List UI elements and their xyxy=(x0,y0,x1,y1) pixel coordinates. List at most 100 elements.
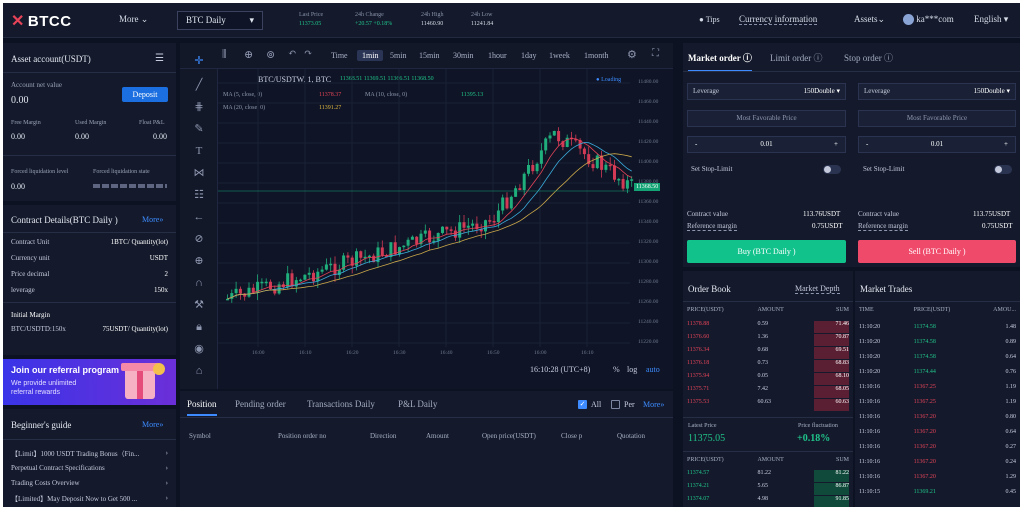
ask-row[interactable]: 11375.94 0.05 68.10 xyxy=(687,373,849,385)
tab-limit-order[interactable]: Limit order ⓘ xyxy=(770,51,823,64)
divider xyxy=(3,155,176,156)
redo-icon[interactable]: ↷ xyxy=(304,48,312,59)
contract-more-link[interactable]: More» xyxy=(142,215,163,224)
symbol-selector[interactable]: BTC Daily ▾ xyxy=(177,11,263,30)
auto-toggle[interactable]: auto xyxy=(646,365,660,374)
settings-gear-icon[interactable]: ⚙ xyxy=(627,48,637,61)
user-menu[interactable]: ka***com xyxy=(903,14,954,26)
language-selector[interactable]: English ▾ xyxy=(974,14,1008,25)
pattern-icon[interactable]: ⋈ xyxy=(193,167,205,179)
plus-button[interactable]: + xyxy=(834,140,838,148)
add-indicator-icon[interactable]: ⊕ xyxy=(244,48,253,61)
tf-1week[interactable]: 1week xyxy=(549,51,570,60)
all-checkbox[interactable]: ✓ xyxy=(578,400,587,409)
tf-time[interactable]: Time xyxy=(331,51,348,60)
trend-line-icon[interactable]: ╱ xyxy=(193,79,205,91)
sell-stop-limit-toggle[interactable] xyxy=(994,165,1012,174)
buy-most-favorable-price[interactable]: Most Favorable Price xyxy=(687,110,846,127)
x-tick-label: 16:00 xyxy=(534,350,547,356)
menu-list-icon[interactable]: ☰ xyxy=(155,53,164,64)
percent-toggle[interactable]: % xyxy=(613,365,620,374)
bid-row[interactable]: 11374.57 81.22 81.22 xyxy=(687,470,849,482)
tab-stop-order[interactable]: Stop order ⓘ xyxy=(844,51,893,64)
divider xyxy=(855,301,1020,302)
stat-24h-change: 24h Change +20.57 +0.18% xyxy=(355,12,393,27)
chevron-right-icon: › xyxy=(165,449,168,457)
guide-item[interactable]: Perpetual Contract Specifications › xyxy=(11,464,168,472)
contract-details-title: Contract Details(BTC Daily ) xyxy=(11,215,118,225)
text-icon[interactable]: T xyxy=(193,145,205,157)
minus-button[interactable]: - xyxy=(695,140,697,148)
magnet-icon[interactable]: ∩ xyxy=(193,277,205,289)
buy-stop-limit-toggle[interactable] xyxy=(823,165,841,174)
candle xyxy=(582,148,586,155)
log-toggle[interactable]: log xyxy=(627,365,637,374)
lock-icon[interactable]: 🔒︎ xyxy=(193,321,205,333)
tf-1month[interactable]: 1month xyxy=(584,51,608,60)
positions-more-link[interactable]: More» xyxy=(643,400,664,409)
tips-link[interactable]: ● Tips xyxy=(699,15,720,24)
sell-leverage-select[interactable]: Leverage 150Double ▾ xyxy=(858,83,1016,100)
tf-30min[interactable]: 30min xyxy=(453,51,473,60)
price-chart[interactable]: BTC/USDTW, 1, BTC 11368.51 11369.51 1136… xyxy=(218,69,673,389)
buy-leverage-select[interactable]: Leverage 150Double ▾ xyxy=(687,83,846,100)
candle xyxy=(514,188,518,197)
referral-banner[interactable]: Join our referral program We provide unl… xyxy=(3,359,176,405)
buy-button[interactable]: Buy (BTC Daily ) xyxy=(687,240,846,263)
chevron-down-icon: ⌄ xyxy=(140,14,149,24)
currency-information-link[interactable]: Currency information xyxy=(739,14,818,25)
compare-icon[interactable]: ⊚ xyxy=(266,48,275,61)
guide-more-link[interactable]: More» xyxy=(142,420,163,429)
referral-title: Join our referral program xyxy=(11,365,120,375)
fib-icon[interactable]: ⋕ xyxy=(193,101,205,113)
tf-1min[interactable]: 1min xyxy=(357,50,384,61)
tab-pending-order[interactable]: Pending order xyxy=(235,399,286,409)
crosshair-icon[interactable]: ✛ xyxy=(193,55,205,67)
undo-icon[interactable]: ↶ xyxy=(288,48,296,59)
plus-button[interactable]: + xyxy=(1004,140,1008,148)
ask-row[interactable]: 11376.34 0.68 69.51 xyxy=(687,347,849,359)
tf-1day[interactable]: 1day xyxy=(521,51,537,60)
deposit-button[interactable]: Deposit xyxy=(122,87,168,102)
fullscreen-icon[interactable]: ⛶ xyxy=(652,48,659,59)
y-tick-label: 11400.00 xyxy=(638,159,659,165)
eye-icon[interactable]: ◉ xyxy=(193,343,205,355)
trash-icon[interactable]: ⌂ xyxy=(193,365,205,377)
brush-icon[interactable]: ✎ xyxy=(193,123,205,135)
more-menu[interactable]: More ⌄ xyxy=(119,14,148,25)
zoom-in-icon[interactable]: ⊕ xyxy=(193,255,205,267)
sell-button[interactable]: Sell (BTC Daily ) xyxy=(858,240,1016,263)
ask-row[interactable]: 11378.88 0.59 71.46 xyxy=(687,321,849,333)
bid-row[interactable]: 11374.07 4.98 91.85 xyxy=(687,496,849,507)
sell-most-favorable-price[interactable]: Most Favorable Price xyxy=(858,110,1016,127)
brand-logo[interactable]: ✕ BTCC xyxy=(11,11,72,31)
ask-row[interactable]: 11375.53 60.63 60.63 xyxy=(687,399,849,411)
guide-item[interactable]: 【Limit】1000 USDT Trading Bonus（Fin... › xyxy=(11,449,168,459)
minus-button[interactable]: - xyxy=(866,140,868,148)
order-book-title: Order Book xyxy=(688,284,731,294)
guide-item[interactable]: Trading Costs Overview › xyxy=(11,479,168,487)
buy-quantity-stepper[interactable]: -0.01 + xyxy=(687,136,846,153)
guide-item[interactable]: 【Limited】May Deposit Now to Get 500 ... › xyxy=(11,494,168,504)
assets-menu[interactable]: Assets⌄ xyxy=(854,14,885,25)
measure-icon[interactable]: ☷ xyxy=(193,189,205,201)
ask-row[interactable]: 11376.18 0.73 68.83 xyxy=(687,360,849,372)
bar-style-icon[interactable]: ⫼ xyxy=(222,49,227,60)
per-checkbox[interactable] xyxy=(611,400,620,409)
ask-row[interactable]: 11376.60 1.36 70.87 xyxy=(687,334,849,346)
tf-5min[interactable]: 5min xyxy=(390,51,406,60)
ask-row[interactable]: 11375.71 7.42 68.05 xyxy=(687,386,849,398)
bid-row[interactable]: 11374.21 5.65 86.87 xyxy=(687,483,849,495)
tab-pl-daily[interactable]: P&L Daily xyxy=(398,399,437,409)
market-depth-link[interactable]: Market Depth xyxy=(795,284,840,294)
arrow-left-icon[interactable]: ← xyxy=(193,211,205,223)
tab-transactions-daily[interactable]: Transactions Daily xyxy=(307,399,375,409)
ruler-icon[interactable]: ⊘ xyxy=(193,233,205,245)
forced-level-label: Forced liquidation level xyxy=(11,169,69,175)
tab-market-order[interactable]: Market order ⓘ xyxy=(688,51,752,72)
lock-draw-icon[interactable]: ⚒ xyxy=(193,299,205,311)
tab-position[interactable]: Position xyxy=(187,399,217,416)
tf-15min[interactable]: 15min xyxy=(419,51,439,60)
sell-quantity-stepper[interactable]: -0.01 + xyxy=(858,136,1016,153)
tf-1hour[interactable]: 1hour xyxy=(488,51,507,60)
